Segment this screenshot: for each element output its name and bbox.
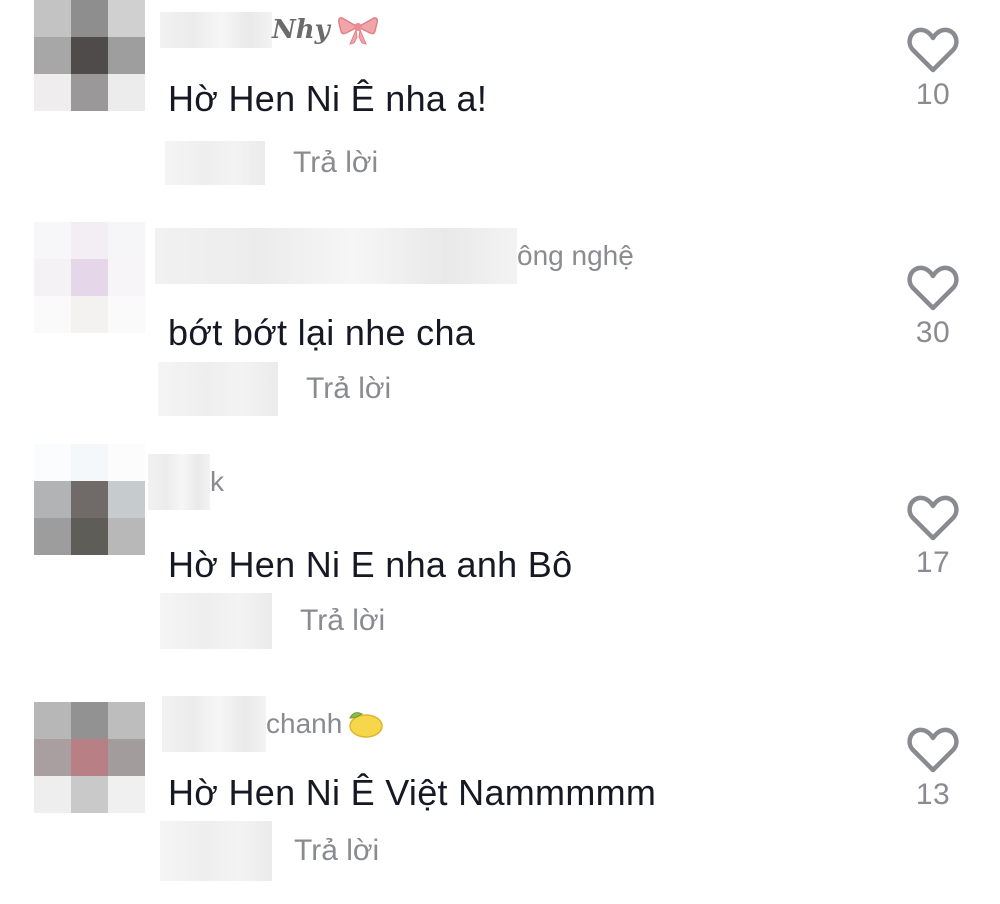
username-text: Nhy	[272, 15, 330, 45]
comment-item: chanh Hờ Hen Ni Ê Việt Nammmmm Trả lời 1…	[0, 668, 1000, 894]
comment-text: Hờ Hen Ni Ê Việt Nammmmm	[168, 772, 657, 813]
avatar[interactable]	[34, 444, 145, 555]
like-control[interactable]: 17	[900, 494, 966, 580]
comment-item: Nhy Hờ Hen Ni Ê nha a! Trả lời 10	[0, 0, 1000, 226]
avatar[interactable]	[34, 222, 145, 333]
heart-icon[interactable]	[907, 494, 959, 542]
username[interactable]: chanh	[162, 696, 384, 752]
timestamp-blurred	[160, 593, 272, 649]
comment-text: bớt bớt lại nhe cha	[168, 312, 476, 353]
comment-item: k Hờ Hen Ni E nha anh Bô Trả lời 17	[0, 444, 1000, 670]
avatar[interactable]	[34, 0, 145, 111]
username-text: chanh	[266, 708, 343, 739]
heart-icon[interactable]	[907, 26, 959, 74]
comment-meta: Trả lời	[160, 821, 379, 881]
heart-icon[interactable]	[907, 726, 959, 774]
comment-meta: Trả lời	[160, 593, 385, 649]
comment-item: ông nghệ bớt bớt lại nhe cha Trả lời 30	[0, 222, 1000, 448]
comment-meta: Trả lời	[165, 140, 378, 186]
timestamp-blurred	[158, 362, 278, 416]
timestamp-blurred	[160, 821, 272, 881]
like-control[interactable]: 10	[900, 26, 966, 112]
like-control[interactable]: 30	[900, 264, 966, 350]
reply-button[interactable]: Trả lời	[293, 146, 378, 180]
lemon-icon	[344, 708, 384, 740]
comment-text: Hờ Hen Ni E nha anh Bô	[168, 544, 573, 585]
reply-button[interactable]: Trả lời	[306, 372, 391, 406]
avatar[interactable]	[34, 702, 145, 813]
username-blurred	[148, 454, 210, 510]
username-text: k	[210, 466, 224, 497]
username[interactable]: ông nghệ	[155, 228, 634, 284]
bow-icon	[336, 15, 380, 45]
like-count: 10	[915, 78, 951, 111]
timestamp-blurred	[165, 141, 265, 185]
comment-text: Hờ Hen Ni Ê nha a!	[168, 78, 488, 119]
username-blurred	[160, 12, 272, 48]
username-blurred	[162, 696, 266, 752]
reply-button[interactable]: Trả lời	[300, 604, 385, 638]
heart-icon[interactable]	[907, 264, 959, 312]
like-control[interactable]: 13	[900, 726, 966, 812]
comment-meta: Trả lời	[158, 362, 391, 416]
username[interactable]: Nhy	[160, 4, 380, 56]
like-count: 13	[915, 778, 951, 811]
username-text: ông nghệ	[517, 240, 634, 271]
like-count: 17	[915, 546, 951, 579]
like-count: 30	[915, 316, 951, 349]
reply-button[interactable]: Trả lời	[294, 834, 379, 868]
username-blurred	[155, 228, 517, 284]
username[interactable]: k	[148, 454, 224, 510]
